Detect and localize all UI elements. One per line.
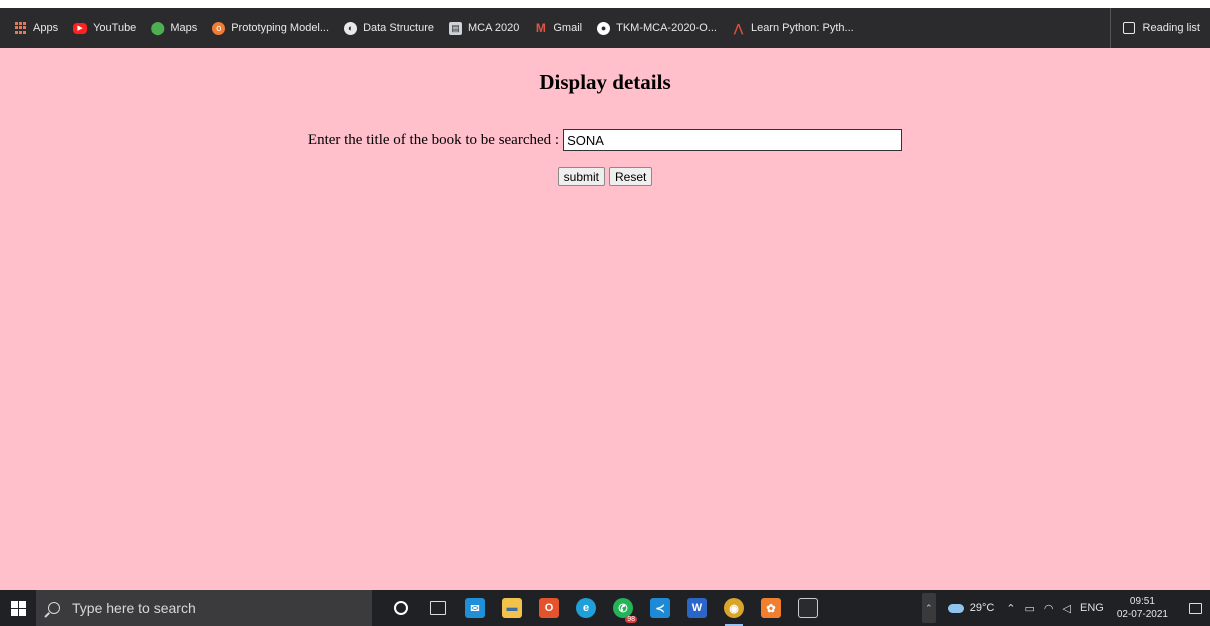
notification-badge: 98 [625, 616, 637, 623]
office-icon: O [539, 598, 559, 618]
bookmark-learn-python[interactable]: ⋀ Learn Python: Pyth... [732, 22, 854, 35]
bookmark-data-structure[interactable]: ◐ Data Structure [344, 21, 434, 35]
bookmark-tkm-mca[interactable]: ● TKM-MCA-2020-O... [597, 21, 717, 35]
bookmark-mca-2020[interactable]: ▤ MCA 2020 [448, 21, 520, 35]
reading-list-button[interactable]: Reading list [1109, 8, 1200, 48]
battery-icon[interactable]: ▭ [1025, 602, 1035, 615]
bookmark-prototyping[interactable]: o Prototyping Model... [212, 21, 330, 35]
clock-time: 09:51 [1129, 596, 1155, 607]
bookmark-label: Learn Python: Pyth... [750, 22, 854, 34]
vscode-app[interactable]: ≺ [645, 593, 675, 623]
globe-icon: ◐ [344, 21, 358, 35]
clock-date: 02-07-2021 [1116, 609, 1168, 620]
taskbar-search[interactable]: Type here to search [36, 590, 372, 626]
cortana-icon [394, 601, 408, 615]
mail-icon: ✉ [465, 598, 485, 618]
chrome-icon: ◉ [724, 598, 744, 618]
reading-list-label: Reading list [1142, 22, 1200, 34]
bookmark-apps[interactable]: Apps [14, 21, 59, 35]
page-title: Display details [539, 70, 671, 94]
clock[interactable]: 09:51 02-07-2021 [1117, 595, 1168, 621]
start-button[interactable] [0, 590, 36, 626]
terminal-app[interactable] [793, 593, 823, 623]
bookmark-maps[interactable]: ⬤ Maps [150, 20, 198, 35]
notification-icon [1188, 602, 1202, 614]
button-row: submit Reset [0, 167, 1210, 186]
language-indicator[interactable]: ENG [1080, 602, 1104, 614]
windows-icon [10, 600, 26, 616]
search-icon [48, 602, 60, 614]
weather-widget[interactable]: 29°C [947, 602, 995, 614]
wifi-icon[interactable]: ◠ [1044, 602, 1054, 615]
bookmark-label: YouTube [93, 22, 137, 34]
submit-button[interactable]: submit [557, 167, 605, 186]
bookmark-label: Data Structure [363, 22, 434, 34]
apps-grid-icon [14, 21, 27, 35]
bookmarks-bar: Apps ▶ YouTube ⬤ Maps o Prototyping Mode… [0, 8, 1210, 48]
weather-temp: 29°C [969, 602, 995, 614]
page-content: Display details Enter the title of the b… [0, 48, 1210, 590]
search-placeholder: Type here to search [72, 600, 196, 616]
system-tray: ⌃ 29°C ⌃ ▭ ◠ ◁ ENG 09:51 02-07-2021 [921, 590, 1210, 626]
word-icon: W [687, 598, 707, 618]
notification-center-button[interactable] [1180, 602, 1210, 614]
taskbar: Type here to search ✉ ▬ O e ✆ 98 ≺ W ◉ ✿ … [0, 590, 1210, 626]
cortana-button[interactable] [386, 593, 416, 623]
mca-icon: ▤ [448, 21, 462, 35]
task-view-button[interactable] [423, 593, 453, 623]
volume-icon[interactable]: ◁ [1063, 602, 1071, 615]
reading-list-icon [1122, 22, 1135, 34]
prototyping-icon: o [212, 21, 226, 35]
edge-icon: e [576, 598, 596, 618]
bookmark-youtube[interactable]: ▶ YouTube [73, 22, 136, 34]
taskbar-apps: ✉ ▬ O e ✆ 98 ≺ W ◉ ✿ [386, 593, 830, 626]
bookmark-label: TKM-MCA-2020-O... [616, 22, 717, 34]
vscode-icon: ≺ [650, 598, 670, 618]
xampp-app[interactable]: ✿ [756, 593, 786, 623]
bookmark-label: Maps [170, 22, 198, 34]
youtube-icon: ▶ [73, 22, 88, 34]
xampp-icon: ✿ [761, 598, 781, 618]
book-title-input[interactable] [563, 129, 903, 151]
office-app[interactable]: O [534, 593, 564, 623]
bookmark-label: Gmail [553, 22, 583, 34]
cloud-icon [947, 603, 964, 613]
folder-icon: ▬ [502, 598, 522, 618]
gmail-icon: M [535, 21, 546, 35]
search-form-row: Enter the title of the book to be search… [0, 129, 1210, 151]
task-view-icon [430, 601, 446, 615]
bookmark-label: Apps [33, 22, 59, 34]
edge-app[interactable]: e [571, 593, 601, 623]
learn-python-icon: ⋀ [733, 22, 743, 35]
bookmark-label: MCA 2020 [467, 22, 520, 34]
reset-button[interactable]: Reset [608, 167, 653, 186]
file-explorer-app[interactable]: ▬ [497, 593, 527, 623]
show-hidden-icons-icon[interactable]: ⌃ [1006, 602, 1015, 615]
maps-pin-icon: ⬤ [150, 20, 166, 35]
bookmark-label: Prototyping Model... [231, 22, 330, 34]
book-title-label: Enter the title of the book to be search… [307, 131, 560, 148]
chrome-app[interactable]: ◉ [719, 593, 749, 626]
whatsapp-app[interactable]: ✆ 98 [608, 593, 638, 623]
whatsapp-icon: ✆ [613, 598, 633, 618]
github-icon: ● [597, 21, 611, 35]
bookmark-gmail[interactable]: M Gmail [534, 21, 583, 35]
scroll-chevron-icon[interactable]: ⌃ [921, 593, 936, 623]
mail-app[interactable]: ✉ [460, 593, 490, 623]
terminal-icon [798, 598, 818, 618]
word-app[interactable]: W [682, 593, 712, 623]
top-strip [0, 0, 1210, 8]
